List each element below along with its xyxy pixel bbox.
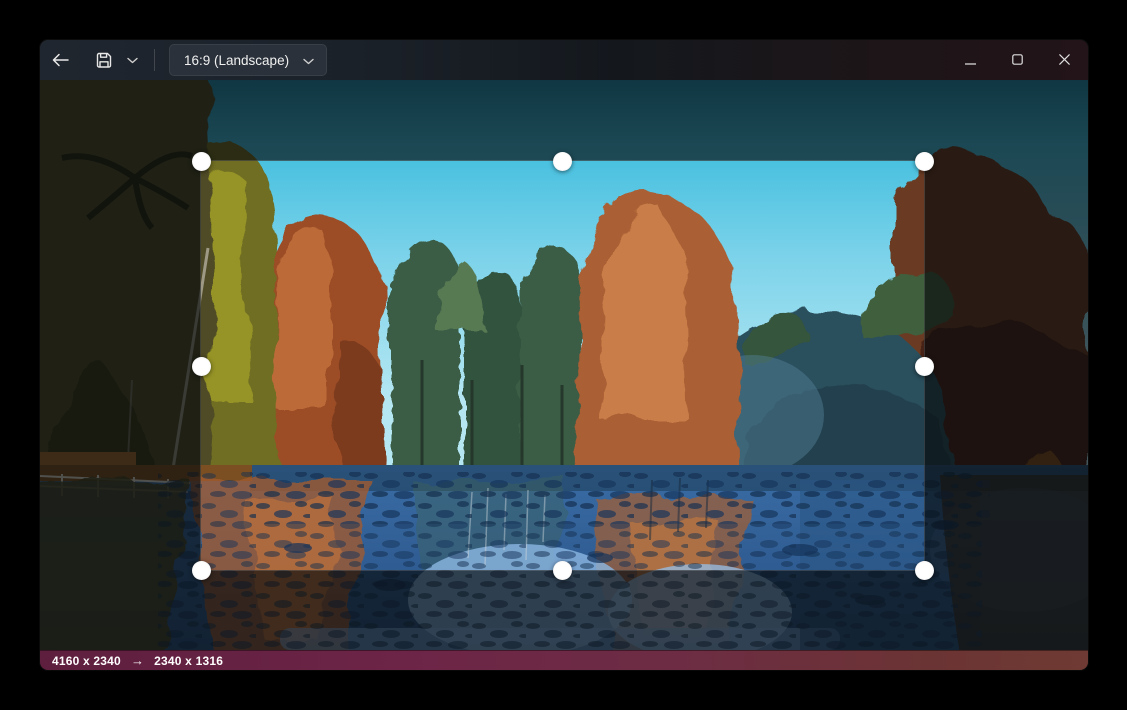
chevron-down-icon: [127, 57, 138, 64]
chevron-down-icon: [303, 53, 314, 68]
minimize-icon: [965, 53, 976, 68]
close-icon: [1059, 53, 1070, 68]
crop-handle-middle-left[interactable]: [192, 357, 211, 376]
crop-handle-bottom-left[interactable]: [192, 561, 211, 580]
resize-arrow: →: [131, 653, 144, 668]
back-button[interactable]: [40, 40, 81, 80]
minimize-button[interactable]: [947, 40, 994, 80]
photo-canvas: [40, 80, 1088, 650]
crop-handle-middle-right[interactable]: [915, 357, 934, 376]
crop-handle-top-left[interactable]: [192, 152, 211, 171]
save-icon: [95, 51, 113, 69]
save-split-button[interactable]: [81, 40, 148, 80]
crop-handle-bottom-center[interactable]: [553, 561, 572, 580]
back-arrow-icon: [52, 53, 69, 67]
crop-region[interactable]: [201, 161, 924, 570]
aspect-ratio-value: 16:9 (Landscape): [184, 53, 289, 68]
toolbar-divider: [154, 49, 155, 71]
maximize-button[interactable]: [994, 40, 1041, 80]
crop-handle-top-right[interactable]: [915, 152, 934, 171]
crop-handle-top-center[interactable]: [553, 152, 572, 171]
aspect-ratio-dropdown[interactable]: 16:9 (Landscape): [169, 44, 327, 76]
titlebar: 16:9 (Landscape): [40, 40, 1088, 80]
photos-crop-window: 16:9 (Landscape): [40, 40, 1088, 670]
crop-handle-bottom-right[interactable]: [915, 561, 934, 580]
maximize-icon: [1012, 53, 1023, 68]
status-bar: 4160 x 2340 → 2340 x 1316: [40, 650, 1088, 670]
original-dimensions: 4160 x 2340: [52, 654, 121, 668]
crop-dimensions: 2340 x 1316: [154, 654, 223, 668]
close-button[interactable]: [1041, 40, 1088, 80]
desktop-background: 16:9 (Landscape): [0, 0, 1127, 710]
